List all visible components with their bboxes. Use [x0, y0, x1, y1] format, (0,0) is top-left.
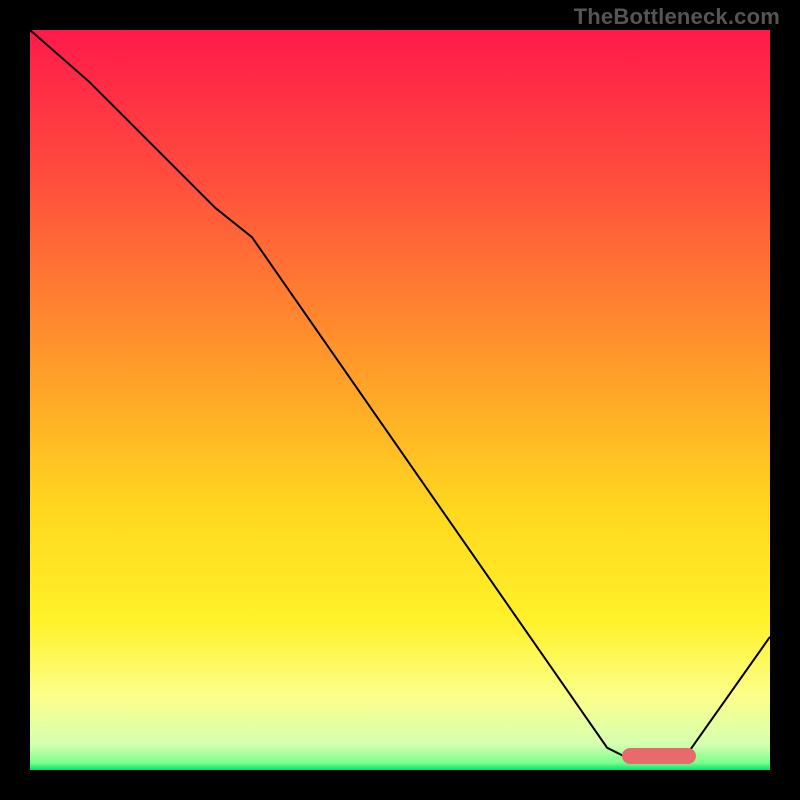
gradient-background [30, 30, 770, 770]
chart-container: TheBottleneck.com [0, 0, 800, 800]
chart-svg [30, 30, 770, 770]
watermark-text: TheBottleneck.com [574, 4, 780, 30]
plot-area [30, 30, 770, 770]
minimum-marker [622, 748, 696, 764]
